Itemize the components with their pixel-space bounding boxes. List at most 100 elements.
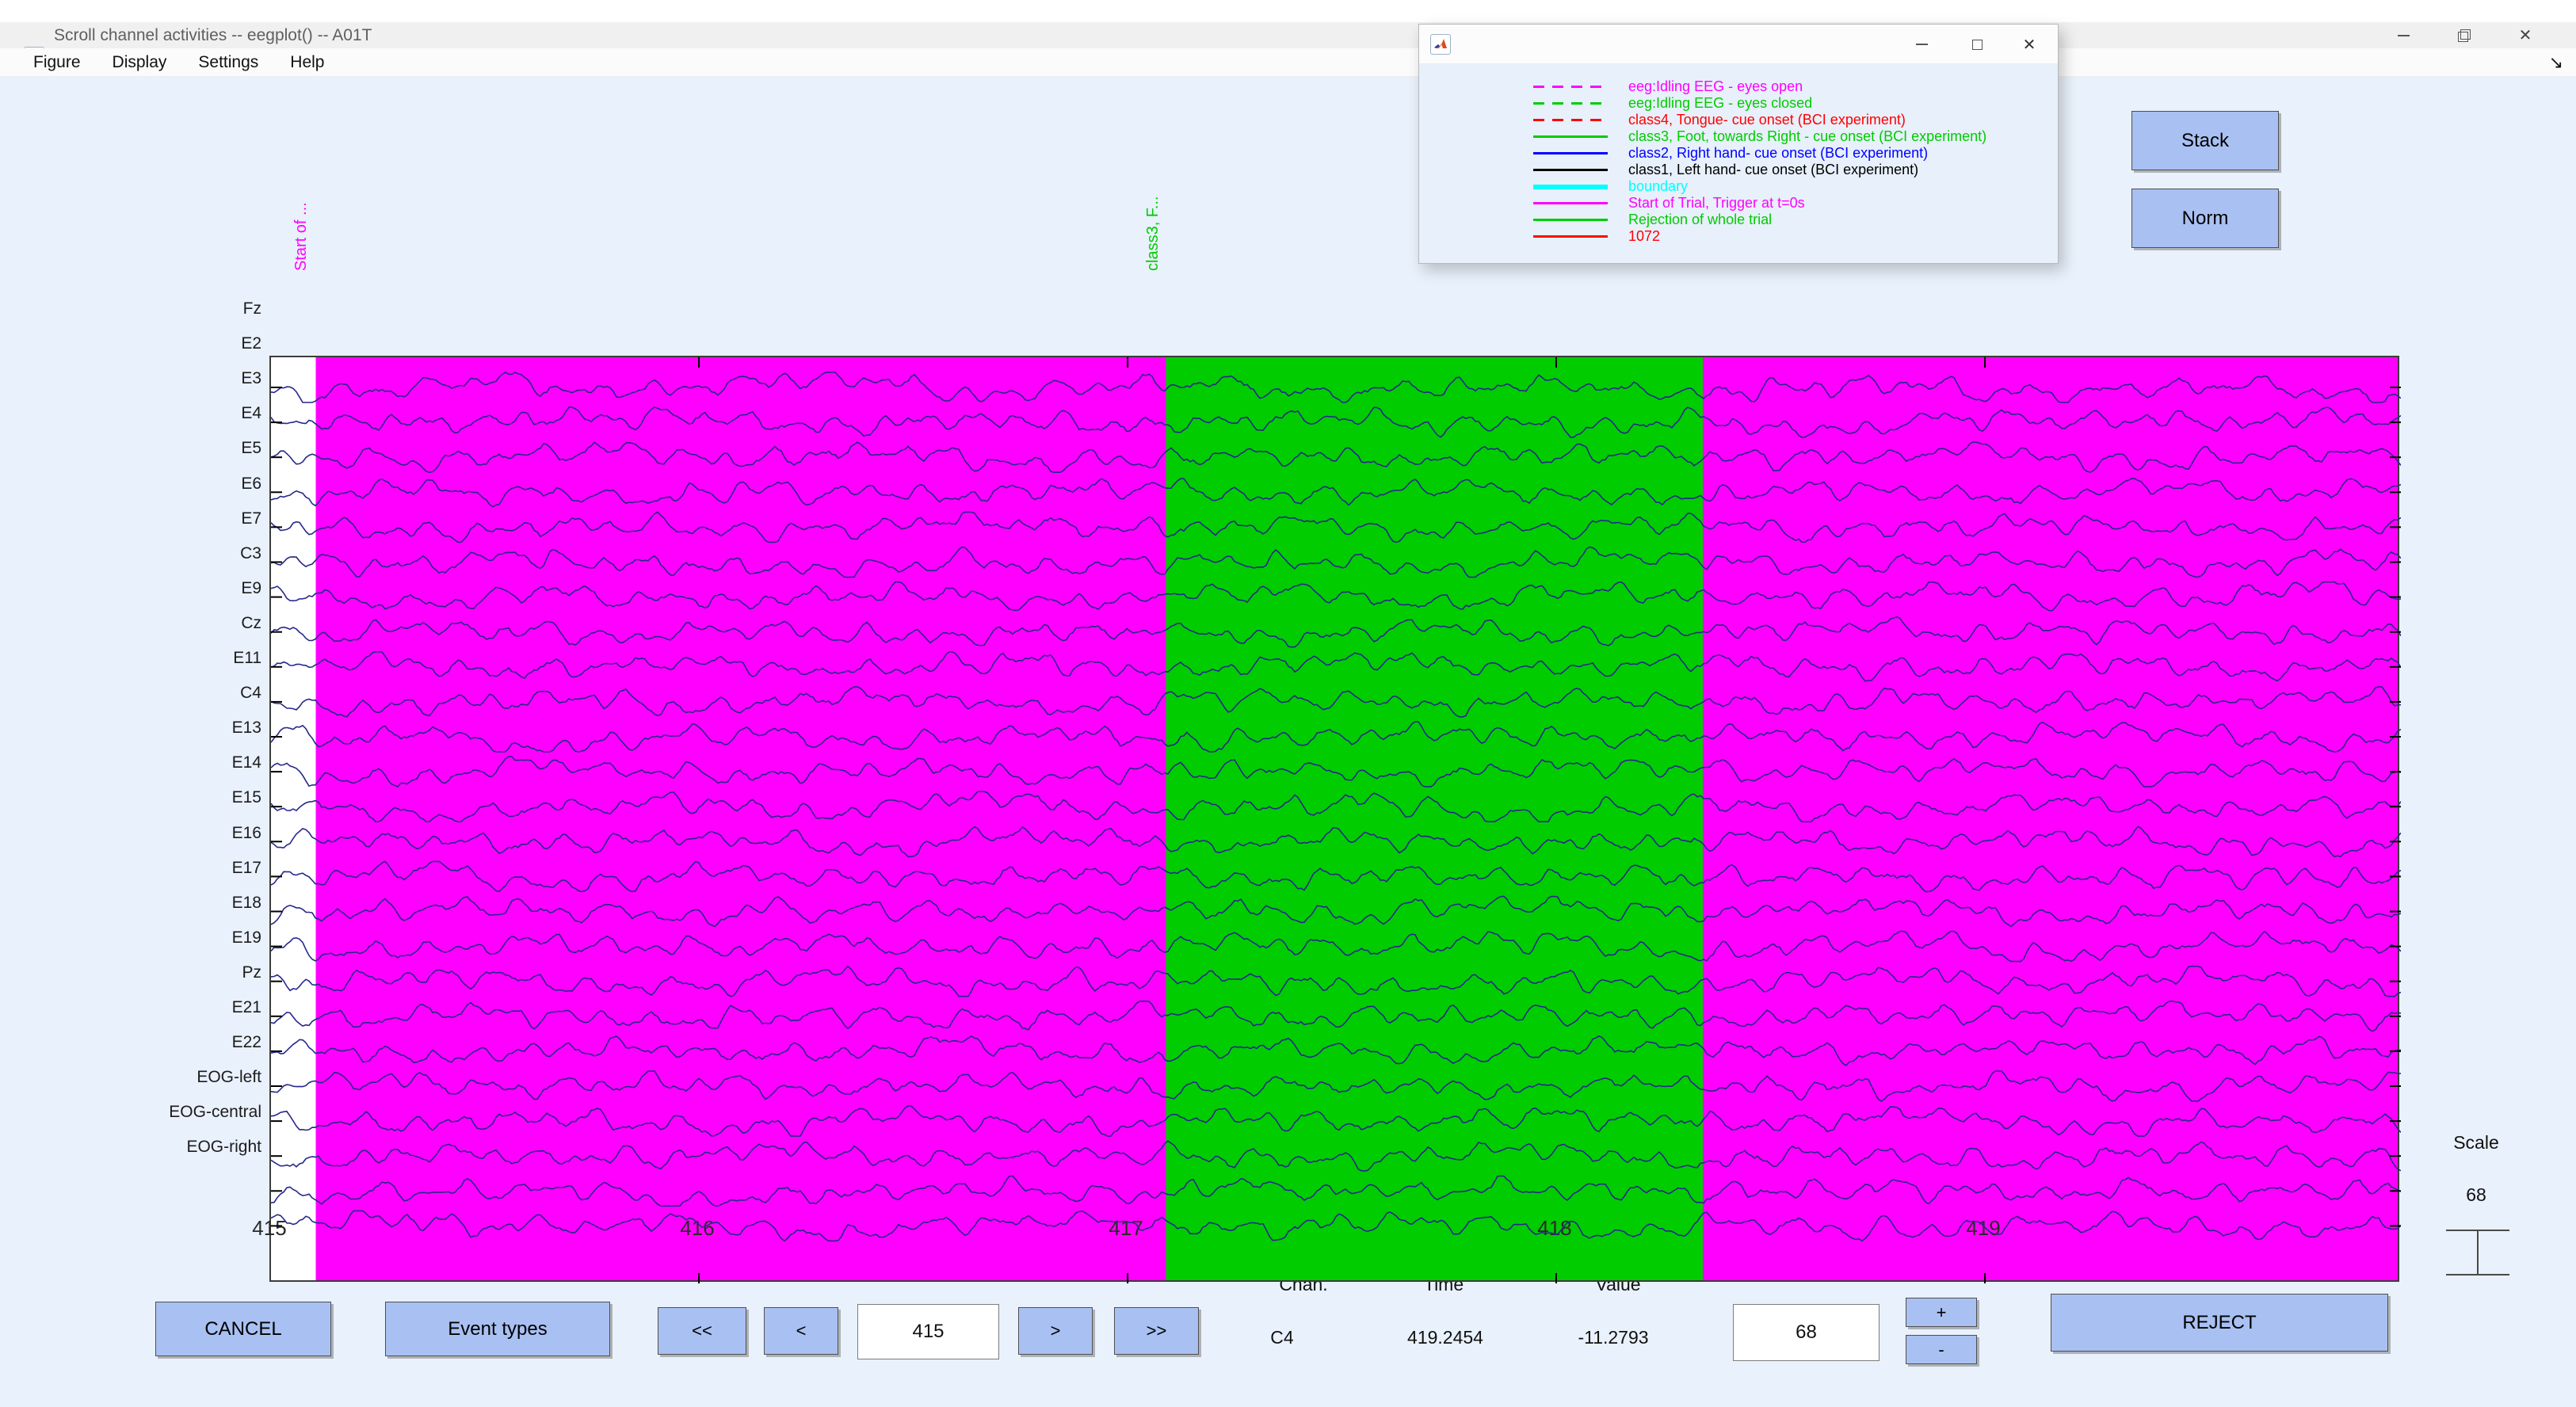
legend-window[interactable]: ✕ eeg:Idling EEG - eyes open eeg:Idling E… bbox=[1418, 24, 2059, 264]
scale-value: 68 bbox=[2466, 1184, 2486, 1205]
matlab-icon bbox=[1430, 34, 1451, 55]
scale-plus-button[interactable]: + bbox=[1906, 1298, 1977, 1327]
scale-label: Scale bbox=[2453, 1132, 2499, 1153]
menu-item-figure[interactable]: Figure bbox=[33, 53, 81, 72]
legend-line-swatch bbox=[1533, 219, 1608, 221]
channel-label-e21: E21 bbox=[231, 998, 261, 1016]
channel-label-e11: E11 bbox=[233, 649, 261, 667]
legend-entries: eeg:Idling EEG - eyes open eeg:Idling EEG… bbox=[1419, 78, 2058, 245]
channel-label-e17: E17 bbox=[231, 858, 261, 877]
event-types-button[interactable]: Event types bbox=[385, 1302, 610, 1356]
eeg-trace-pz bbox=[271, 1035, 2401, 1066]
eeg-trace-e17 bbox=[271, 930, 2401, 963]
channel-label-e18: E18 bbox=[231, 893, 261, 912]
restore-icon[interactable] bbox=[2441, 22, 2488, 48]
channel-label-c4: C4 bbox=[240, 684, 261, 703]
legend-line-swatch bbox=[1533, 102, 1608, 105]
legend-entry: boundary bbox=[1419, 178, 2058, 195]
legend-line-swatch bbox=[1533, 184, 1608, 189]
eeg-trace-e6 bbox=[271, 546, 2401, 578]
time-readout: 419.2454 bbox=[1407, 1327, 1483, 1348]
eeg-trace-e22 bbox=[271, 1105, 2401, 1137]
legend-entry-label: 1072 bbox=[1628, 228, 1661, 244]
stack-button[interactable]: Stack bbox=[2131, 111, 2279, 170]
legend-entry-label: eeg:Idling EEG - eyes open bbox=[1628, 78, 1803, 94]
eeg-trace-e15 bbox=[271, 860, 2401, 893]
eeg-trace-fz bbox=[271, 372, 2401, 403]
norm-button[interactable]: Norm bbox=[2131, 189, 2279, 248]
legend-titlebar[interactable]: ✕ bbox=[1419, 25, 2058, 64]
channel-label-eog-right: EOG-right bbox=[186, 1138, 261, 1157]
menu-item-settings[interactable]: Settings bbox=[198, 53, 258, 72]
legend-entry-label: eeg:Idling EEG - eyes closed bbox=[1628, 95, 1813, 111]
eeg-plot-area[interactable] bbox=[269, 356, 2401, 1283]
fast-back-button[interactable]: << bbox=[658, 1307, 746, 1355]
eeg-trace-e3 bbox=[271, 441, 2401, 474]
window-title: Scroll channel activities -- eegplot() -… bbox=[54, 25, 372, 44]
menu-item-display[interactable]: Display bbox=[113, 53, 167, 72]
scale-edit-input[interactable] bbox=[1733, 1304, 1880, 1361]
legend-line-swatch bbox=[1533, 152, 1608, 154]
channel-label-fz: Fz bbox=[242, 299, 261, 318]
eeg-trace-e14 bbox=[271, 826, 2401, 858]
legend-close-icon[interactable]: ✕ bbox=[2004, 25, 2055, 64]
position-input[interactable] bbox=[857, 1304, 999, 1359]
channel-label-e19: E19 bbox=[231, 928, 261, 947]
eeg-trace-e13 bbox=[271, 791, 2401, 823]
toolbar-expand-icon[interactable]: ↘ bbox=[2549, 52, 2563, 73]
screen: Scroll channel activities -- eegplot() -… bbox=[0, 0, 2576, 1407]
channel-label-eog-central: EOG-central bbox=[169, 1103, 261, 1122]
channel-label-e7: E7 bbox=[241, 509, 261, 528]
legend-minimize-icon[interactable] bbox=[1896, 25, 1947, 64]
eeg-trace-eog-left bbox=[271, 1140, 2401, 1172]
eeg-trace-e5 bbox=[271, 511, 2401, 543]
event-label-text: Start of ... bbox=[292, 202, 311, 271]
legend-line-swatch bbox=[1533, 119, 1608, 121]
eeg-trace-e9 bbox=[271, 651, 2401, 682]
figure-area: Stack Norm Scale 68 CANCEL Event types <… bbox=[0, 77, 2576, 1407]
channel-label-e9: E9 bbox=[241, 578, 261, 597]
chan-readout: C4 bbox=[1270, 1327, 1294, 1348]
legend-entry-label: boundary bbox=[1628, 178, 1689, 194]
legend-entry: eeg:Idling EEG - eyes open bbox=[1419, 78, 2058, 95]
channel-label-e13: E13 bbox=[231, 719, 261, 738]
channel-label-e4: E4 bbox=[241, 404, 261, 423]
reject-button[interactable]: REJECT bbox=[2051, 1294, 2388, 1352]
eeg-trace-e21 bbox=[271, 1070, 2401, 1102]
menu-item-help[interactable]: Help bbox=[290, 53, 324, 72]
legend-entry: class3, Foot, towards Right - cue onset … bbox=[1419, 128, 2058, 145]
legend-entry: class2, Right hand- cue onset (BCI exper… bbox=[1419, 145, 2058, 162]
event-label-text: class3, F... bbox=[1143, 196, 1162, 271]
eeg-trace-e4 bbox=[271, 478, 2401, 508]
legend-maximize-icon[interactable] bbox=[1952, 25, 2002, 64]
eeg-trace-cz bbox=[271, 686, 2401, 718]
eeg-trace-c3 bbox=[271, 616, 2401, 648]
eeg-trace-e18 bbox=[271, 965, 2401, 997]
legend-line-swatch bbox=[1533, 169, 1608, 171]
legend-entry-label: class2, Right hand- cue onset (BCI exper… bbox=[1628, 145, 1929, 161]
minimize-icon[interactable] bbox=[2379, 22, 2427, 48]
channel-label-e2: E2 bbox=[241, 334, 261, 353]
back-button[interactable]: < bbox=[764, 1307, 838, 1355]
legend-entry-label: class4, Tongue- cue onset (BCI experimen… bbox=[1628, 112, 1906, 128]
channel-label-e14: E14 bbox=[231, 753, 261, 772]
legend-entry: 1072 bbox=[1419, 228, 2058, 245]
channel-label-pz: Pz bbox=[242, 963, 261, 982]
channel-label-e15: E15 bbox=[231, 788, 261, 807]
legend-entry: Start of Trial, Trigger at t=0s bbox=[1419, 195, 2058, 212]
legend-entry-label: class1, Left hand- cue onset (BCI experi… bbox=[1628, 162, 1919, 177]
eeg-trace-e11 bbox=[271, 721, 2401, 753]
eeg-trace-c4 bbox=[271, 756, 2401, 788]
channel-label-e22: E22 bbox=[231, 1033, 261, 1052]
channel-label-cz: Cz bbox=[241, 613, 261, 632]
main-titlebar[interactable]: Scroll channel activities -- eegplot() -… bbox=[0, 22, 2576, 67]
scale-minus-button[interactable]: - bbox=[1906, 1335, 1977, 1364]
forward-button[interactable]: > bbox=[1018, 1307, 1093, 1355]
cancel-button[interactable]: CANCEL bbox=[155, 1302, 331, 1356]
eeg-trace-e7 bbox=[271, 581, 2401, 612]
fast-forward-button[interactable]: >> bbox=[1114, 1307, 1199, 1355]
legend-entry: class1, Left hand- cue onset (BCI experi… bbox=[1419, 162, 2058, 178]
close-icon[interactable]: ✕ bbox=[2502, 22, 2549, 48]
eeg-trace-e16 bbox=[271, 895, 2401, 928]
legend-entry-label: class3, Foot, towards Right - cue onset … bbox=[1628, 128, 1987, 144]
